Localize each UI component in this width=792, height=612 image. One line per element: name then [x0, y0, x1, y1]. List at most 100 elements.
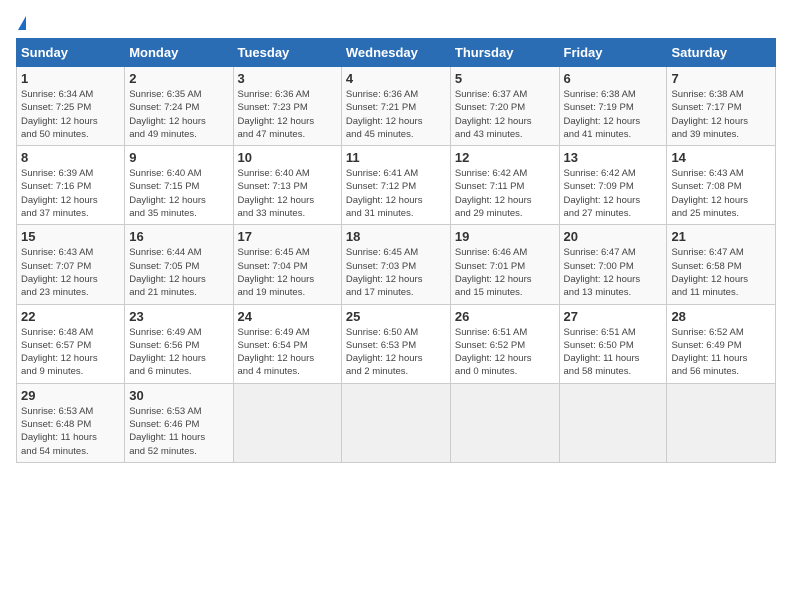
day-detail: Sunrise: 6:40 AM Sunset: 7:13 PM Dayligh…: [238, 167, 337, 220]
day-number: 13: [564, 150, 663, 165]
day-number: 9: [129, 150, 228, 165]
day-header-monday: Monday: [125, 39, 233, 67]
calendar-cell: 13 Sunrise: 6:42 AM Sunset: 7:09 PM Dayli…: [559, 146, 667, 225]
day-number: 5: [455, 71, 555, 86]
calendar-cell: 24 Sunrise: 6:49 AM Sunset: 6:54 PM Dayli…: [233, 304, 341, 383]
day-detail: Sunrise: 6:36 AM Sunset: 7:21 PM Dayligh…: [346, 88, 446, 141]
calendar-cell: 20 Sunrise: 6:47 AM Sunset: 7:00 PM Dayli…: [559, 225, 667, 304]
calendar-cell: [233, 383, 341, 462]
day-detail: Sunrise: 6:34 AM Sunset: 7:25 PM Dayligh…: [21, 88, 120, 141]
calendar-week-1: 1 Sunrise: 6:34 AM Sunset: 7:25 PM Daylig…: [17, 67, 776, 146]
day-detail: Sunrise: 6:50 AM Sunset: 6:53 PM Dayligh…: [346, 326, 446, 379]
day-detail: Sunrise: 6:53 AM Sunset: 6:46 PM Dayligh…: [129, 405, 228, 458]
day-number: 22: [21, 309, 120, 324]
day-detail: Sunrise: 6:40 AM Sunset: 7:15 PM Dayligh…: [129, 167, 228, 220]
calendar-cell: [667, 383, 776, 462]
calendar-cell: 6 Sunrise: 6:38 AM Sunset: 7:19 PM Daylig…: [559, 67, 667, 146]
day-detail: Sunrise: 6:42 AM Sunset: 7:11 PM Dayligh…: [455, 167, 555, 220]
calendar-cell: 9 Sunrise: 6:40 AM Sunset: 7:15 PM Daylig…: [125, 146, 233, 225]
day-number: 2: [129, 71, 228, 86]
day-number: 29: [21, 388, 120, 403]
day-number: 25: [346, 309, 446, 324]
day-number: 30: [129, 388, 228, 403]
day-detail: Sunrise: 6:51 AM Sunset: 6:52 PM Dayligh…: [455, 326, 555, 379]
day-detail: Sunrise: 6:35 AM Sunset: 7:24 PM Dayligh…: [129, 88, 228, 141]
day-number: 19: [455, 229, 555, 244]
day-number: 10: [238, 150, 337, 165]
calendar-cell: 26 Sunrise: 6:51 AM Sunset: 6:52 PM Dayli…: [450, 304, 559, 383]
day-number: 4: [346, 71, 446, 86]
day-number: 20: [564, 229, 663, 244]
day-detail: Sunrise: 6:37 AM Sunset: 7:20 PM Dayligh…: [455, 88, 555, 141]
day-number: 1: [21, 71, 120, 86]
day-detail: Sunrise: 6:45 AM Sunset: 7:03 PM Dayligh…: [346, 246, 446, 299]
day-number: 23: [129, 309, 228, 324]
logo: [16, 16, 26, 30]
day-number: 27: [564, 309, 663, 324]
day-header-thursday: Thursday: [450, 39, 559, 67]
day-number: 17: [238, 229, 337, 244]
calendar-table: SundayMondayTuesdayWednesdayThursdayFrid…: [16, 38, 776, 463]
day-number: 26: [455, 309, 555, 324]
calendar-cell: 7 Sunrise: 6:38 AM Sunset: 7:17 PM Daylig…: [667, 67, 776, 146]
day-detail: Sunrise: 6:43 AM Sunset: 7:08 PM Dayligh…: [671, 167, 771, 220]
day-number: 12: [455, 150, 555, 165]
calendar-cell: 17 Sunrise: 6:45 AM Sunset: 7:04 PM Dayli…: [233, 225, 341, 304]
day-number: 24: [238, 309, 337, 324]
calendar-cell: 11 Sunrise: 6:41 AM Sunset: 7:12 PM Dayli…: [341, 146, 450, 225]
day-detail: Sunrise: 6:45 AM Sunset: 7:04 PM Dayligh…: [238, 246, 337, 299]
day-number: 16: [129, 229, 228, 244]
calendar-cell: 19 Sunrise: 6:46 AM Sunset: 7:01 PM Dayli…: [450, 225, 559, 304]
calendar-cell: 27Sunrise: 6:51 AM Sunset: 6:50 PM Dayli…: [559, 304, 667, 383]
day-number: 6: [564, 71, 663, 86]
calendar-cell: 8 Sunrise: 6:39 AM Sunset: 7:16 PM Daylig…: [17, 146, 125, 225]
calendar-week-5: 29 Sunrise: 6:53 AM Sunset: 6:48 PM Dayli…: [17, 383, 776, 462]
calendar-cell: 18 Sunrise: 6:45 AM Sunset: 7:03 PM Dayli…: [341, 225, 450, 304]
day-number: 8: [21, 150, 120, 165]
calendar-cell: 1 Sunrise: 6:34 AM Sunset: 7:25 PM Daylig…: [17, 67, 125, 146]
day-detail: Sunrise: 6:52 AM Sunset: 6:49 PM Dayligh…: [671, 326, 771, 379]
day-header-tuesday: Tuesday: [233, 39, 341, 67]
calendar-cell: 29 Sunrise: 6:53 AM Sunset: 6:48 PM Dayli…: [17, 383, 125, 462]
day-detail: Sunrise: 6:46 AM Sunset: 7:01 PM Dayligh…: [455, 246, 555, 299]
day-number: 3: [238, 71, 337, 86]
day-number: 11: [346, 150, 446, 165]
day-number: 21: [671, 229, 771, 244]
day-number: 7: [671, 71, 771, 86]
day-number: 18: [346, 229, 446, 244]
logo-icon: [18, 16, 26, 30]
day-detail: Sunrise: 6:47 AM Sunset: 6:58 PM Dayligh…: [671, 246, 771, 299]
day-detail: Sunrise: 6:49 AM Sunset: 6:54 PM Dayligh…: [238, 326, 337, 379]
day-detail: Sunrise: 6:38 AM Sunset: 7:19 PM Dayligh…: [564, 88, 663, 141]
day-detail: Sunrise: 6:42 AM Sunset: 7:09 PM Dayligh…: [564, 167, 663, 220]
day-detail: Sunrise: 6:44 AM Sunset: 7:05 PM Dayligh…: [129, 246, 228, 299]
day-header-wednesday: Wednesday: [341, 39, 450, 67]
calendar-cell: 22 Sunrise: 6:48 AM Sunset: 6:57 PM Dayli…: [17, 304, 125, 383]
calendar-cell: 16 Sunrise: 6:44 AM Sunset: 7:05 PM Dayli…: [125, 225, 233, 304]
day-header-friday: Friday: [559, 39, 667, 67]
calendar-week-4: 22 Sunrise: 6:48 AM Sunset: 6:57 PM Dayli…: [17, 304, 776, 383]
calendar-week-3: 15 Sunrise: 6:43 AM Sunset: 7:07 PM Dayli…: [17, 225, 776, 304]
day-detail: Sunrise: 6:36 AM Sunset: 7:23 PM Dayligh…: [238, 88, 337, 141]
calendar-cell: 15 Sunrise: 6:43 AM Sunset: 7:07 PM Dayli…: [17, 225, 125, 304]
day-number: 28: [671, 309, 771, 324]
day-detail: Sunrise: 6:49 AM Sunset: 6:56 PM Dayligh…: [129, 326, 228, 379]
calendar-cell: 4 Sunrise: 6:36 AM Sunset: 7:21 PM Daylig…: [341, 67, 450, 146]
calendar-cell: [450, 383, 559, 462]
calendar-cell: [341, 383, 450, 462]
day-number: 15: [21, 229, 120, 244]
calendar-cell: 2 Sunrise: 6:35 AM Sunset: 7:24 PM Daylig…: [125, 67, 233, 146]
calendar-cell: 5 Sunrise: 6:37 AM Sunset: 7:20 PM Daylig…: [450, 67, 559, 146]
calendar-cell: 10 Sunrise: 6:40 AM Sunset: 7:13 PM Dayli…: [233, 146, 341, 225]
day-header-sunday: Sunday: [17, 39, 125, 67]
day-detail: Sunrise: 6:43 AM Sunset: 7:07 PM Dayligh…: [21, 246, 120, 299]
day-detail: Sunrise: 6:38 AM Sunset: 7:17 PM Dayligh…: [671, 88, 771, 141]
day-detail: Sunrise: 6:41 AM Sunset: 7:12 PM Dayligh…: [346, 167, 446, 220]
day-detail: Sunrise: 6:53 AM Sunset: 6:48 PM Dayligh…: [21, 405, 120, 458]
calendar-cell: 25 Sunrise: 6:50 AM Sunset: 6:53 PM Dayli…: [341, 304, 450, 383]
calendar-cell: 30 Sunrise: 6:53 AM Sunset: 6:46 PM Dayli…: [125, 383, 233, 462]
day-detail: Sunrise: 6:48 AM Sunset: 6:57 PM Dayligh…: [21, 326, 120, 379]
day-detail: Sunrise: 6:47 AM Sunset: 7:00 PM Dayligh…: [564, 246, 663, 299]
day-detail: Sunrise: 6:39 AM Sunset: 7:16 PM Dayligh…: [21, 167, 120, 220]
calendar-week-2: 8 Sunrise: 6:39 AM Sunset: 7:16 PM Daylig…: [17, 146, 776, 225]
